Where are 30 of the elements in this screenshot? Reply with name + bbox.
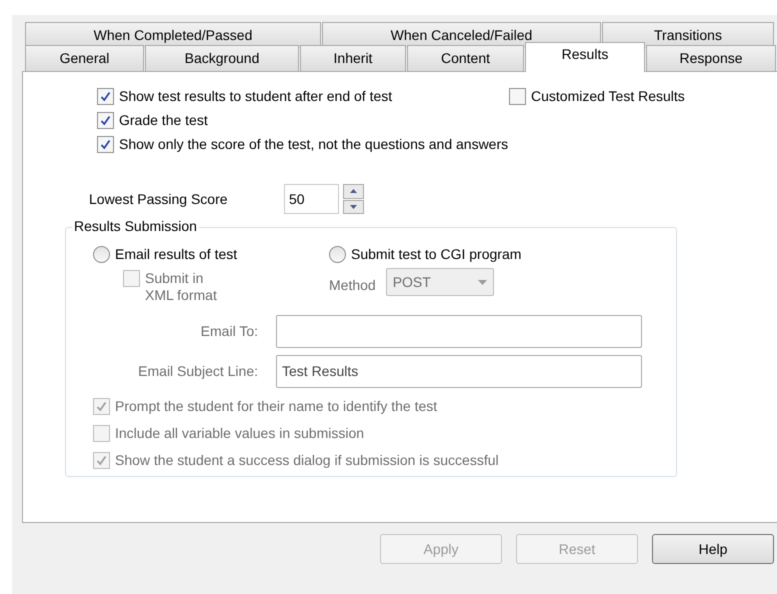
check-icon [100,91,111,102]
checkbox[interactable]: Show only the score of the test, not the questions and answers [97,136,777,153]
field-label: Lowest Passing Score [89,190,229,209]
tab[interactable]: General [25,45,144,71]
radio-button[interactable]: Submit test to CGI program [329,244,522,265]
up-arrow-icon [350,189,357,194]
checkbox[interactable]: Customized Test Results [509,88,685,105]
number-field[interactable]: 50 [284,184,339,214]
tab[interactable]: Response [646,45,776,71]
dialog-button[interactable]: Help [652,534,774,564]
check-icon [100,139,111,150]
down-arrow-icon [350,204,357,209]
check-icon [100,115,111,126]
tab[interactable]: Content [407,45,524,71]
field-label: Email Subject Line: [137,362,258,381]
tab[interactable]: Results [525,42,645,72]
checkbox[interactable]: Show test results to student after end of test [97,88,509,105]
check-icon [96,401,107,412]
dropdown-arrow-icon [478,280,487,284]
radio-button[interactable]: Email results of test [93,244,329,265]
tab[interactable]: Background [145,45,299,71]
tab[interactable]: Inherit [300,45,406,71]
email-to-field[interactable] [276,315,642,348]
checkbox[interactable]: Grade the test [97,112,777,129]
field-label: Email To: [200,322,258,341]
spin-buttons[interactable] [343,184,364,214]
method-dropdown[interactable]: POST [386,268,494,296]
field-label: Method [329,276,376,295]
subject-field[interactable]: Test Results [276,355,642,388]
check-icon [96,455,107,466]
